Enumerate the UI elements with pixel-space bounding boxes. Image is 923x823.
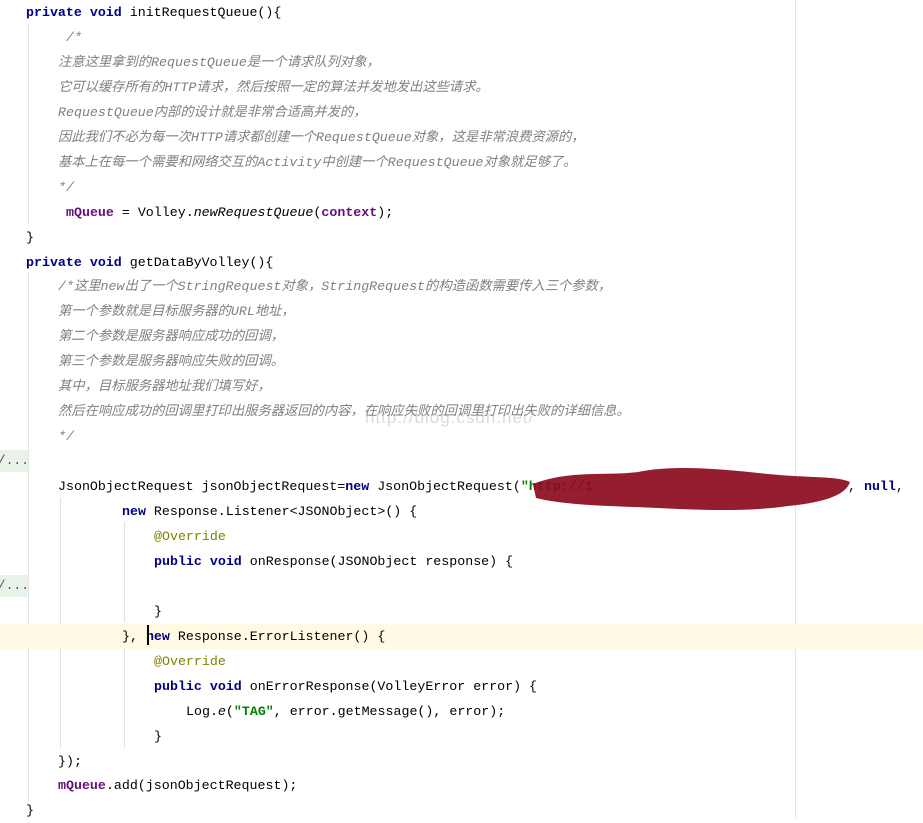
code-token-cm: 第二个参数是服务器响应成功的回调， bbox=[58, 329, 285, 345]
code-token-cm: 基本上在每一个需要和网络交互的Activity中创建一个RequestQueue… bbox=[58, 154, 577, 170]
code-token-cm: RequestQueue内部的设计就是非常合适高并发的， bbox=[58, 104, 367, 120]
code-line[interactable]: mQueue.add(jsonObjectRequest); bbox=[0, 773, 923, 798]
code-token-kw: void bbox=[209, 678, 250, 694]
code-token-str: "TAG" bbox=[233, 703, 274, 719]
code-token-plain: Response.Listener<JSONObject>() { bbox=[153, 504, 418, 519]
code-token-plain: JsonObjectRequest jsonObjectRequest= bbox=[58, 479, 346, 495]
code-line[interactable]: private void getDataByVolley(){ bbox=[0, 250, 923, 275]
code-token-plain: onErrorResponse(VolleyError error) { bbox=[249, 678, 538, 694]
code-token-plain: initRequestQueue(){ bbox=[129, 5, 282, 20]
code-token-kw: new bbox=[345, 479, 378, 495]
code-token-kw: void bbox=[89, 254, 130, 270]
code-token-cm: 注意这里拿到的RequestQueue是一个请求队列对象， bbox=[58, 54, 380, 70]
code-token-plain: , error.getMessage(), error); bbox=[273, 703, 506, 719]
code-line[interactable]: 注意这里拿到的RequestQueue是一个请求队列对象， bbox=[0, 50, 923, 75]
code-line[interactable]: 因此我们不必为每一次HTTP请求都创建一个RequestQueue对象，这是非常… bbox=[0, 125, 923, 150]
code-token-plain: } bbox=[26, 229, 34, 245]
code-line[interactable]: RequestQueue内部的设计就是非常合适高并发的， bbox=[0, 100, 923, 125]
code-token-plain: ( bbox=[225, 703, 234, 719]
code-line[interactable]: /* bbox=[0, 25, 923, 50]
code-line[interactable]: 第一个参数就是目标服务器的URL地址， bbox=[0, 299, 923, 324]
code-token-plain: }, bbox=[122, 628, 146, 644]
code-token-kw: new bbox=[122, 504, 154, 519]
code-token-field: mQueue bbox=[58, 778, 106, 794]
code-line[interactable]: }, new Response.ErrorListener() { bbox=[0, 623, 923, 649]
code-token-cm: */ bbox=[58, 429, 74, 445]
code-token-ann: @Override bbox=[154, 653, 226, 669]
code-line[interactable]: */ bbox=[0, 175, 923, 200]
code-token-cm: /* bbox=[66, 29, 82, 45]
folded-code-placeholder[interactable]: //... bbox=[0, 450, 29, 473]
code-token-plain: Log. bbox=[186, 703, 218, 719]
code-line[interactable]: } bbox=[0, 225, 923, 250]
code-line[interactable]: Log.e("TAG", error.getMessage(), error); bbox=[0, 699, 923, 724]
code-line[interactable]: } bbox=[0, 599, 923, 624]
code-token-kw: void bbox=[209, 553, 250, 569]
code-token-cm: 第三个参数是服务器响应失败的回调。 bbox=[58, 354, 285, 370]
code-token-it: newRequestQueue bbox=[193, 204, 314, 220]
text-caret bbox=[147, 625, 149, 645]
code-line[interactable]: mQueue = Volley.newRequestQueue(context)… bbox=[0, 200, 923, 225]
code-token-kw: null bbox=[863, 479, 896, 495]
code-token-kw: new bbox=[145, 628, 178, 644]
watermark: http://blog.csdn.net/ bbox=[365, 408, 535, 427]
code-line[interactable]: @Override bbox=[0, 649, 923, 674]
code-token-cm: */ bbox=[58, 179, 74, 195]
code-token-field: mQueue bbox=[66, 204, 114, 220]
code-line[interactable]: /*这里new出了一个StringRequest对象，StringRequest… bbox=[0, 274, 923, 299]
code-token-kw: void bbox=[89, 5, 130, 20]
code-token-plain: Response.ErrorListener() { bbox=[177, 628, 386, 644]
code-token-plain: onResponse(JSONObject response) { bbox=[249, 553, 514, 569]
code-line[interactable]: public void onResponse(JSONObject respon… bbox=[0, 549, 923, 574]
code-token-cm: 然后在响应成功的回调里打印出服务器返回的内容，在响应失败的回调里打印出失败的详细… bbox=[58, 404, 630, 420]
code-token-plain: }); bbox=[58, 753, 82, 769]
redaction-scribble bbox=[533, 468, 850, 510]
code-token-plain: } bbox=[154, 728, 162, 744]
code-token-plain: } bbox=[154, 603, 162, 619]
code-token-plain: , bbox=[895, 479, 904, 495]
code-token-kw: public bbox=[154, 678, 210, 694]
code-token-plain: } bbox=[26, 803, 34, 819]
code-line[interactable]: 基本上在每一个需要和网络交互的Activity中创建一个RequestQueue… bbox=[0, 150, 923, 175]
code-token-plain: .add(jsonObjectRequest); bbox=[105, 778, 298, 794]
code-token-kw: public bbox=[154, 553, 210, 569]
code-token-plain: getDataByVolley(){ bbox=[129, 254, 274, 270]
code-line[interactable]: 第三个参数是服务器响应失败的回调。 bbox=[0, 349, 923, 374]
code-token-kw: private bbox=[26, 254, 90, 270]
code-token-cm: 它可以缓存所有的HTTP请求，然后按照一定的算法并发地发出这些请求。 bbox=[58, 79, 489, 95]
code-token-cm: 第一个参数就是目标服务器的URL地址， bbox=[58, 304, 295, 320]
code-token-plain: JsonObjectRequest( bbox=[377, 479, 521, 495]
code-token-cm: 其中，目标服务器地址我们填写好， bbox=[58, 379, 271, 395]
code-token-ann: @Override bbox=[154, 528, 226, 544]
code-line[interactable]: 它可以缓存所有的HTTP请求，然后按照一定的算法并发地发出这些请求。 bbox=[0, 75, 923, 100]
code-line[interactable]: }); bbox=[0, 749, 923, 774]
code-token-it: e bbox=[217, 703, 226, 719]
code-line[interactable]: } bbox=[0, 798, 923, 823]
code-token-kw: private bbox=[26, 5, 90, 20]
code-line[interactable]: 第二个参数是服务器响应成功的回调， bbox=[0, 324, 923, 349]
code-line[interactable]: @Override bbox=[0, 524, 923, 549]
code-token-cm: /*这里new出了一个StringRequest对象，StringRequest… bbox=[58, 279, 612, 295]
code-token-cm: 因此我们不必为每一次HTTP请求都创建一个RequestQueue对象，这是非常… bbox=[58, 129, 585, 145]
code-line[interactable]: public void onErrorResponse(VolleyError … bbox=[0, 674, 923, 699]
code-editor[interactable]: private void initRequestQueue(){ /* 注意这里拿到… bbox=[0, 0, 923, 819]
code-token-plain: ); bbox=[377, 204, 394, 220]
code-line[interactable]: } bbox=[0, 724, 923, 749]
code-token-field: context bbox=[321, 204, 378, 220]
code-line[interactable]: private void initRequestQueue(){ bbox=[0, 0, 923, 25]
code-token-plain: = Volley. bbox=[113, 204, 194, 220]
folded-code-placeholder[interactable]: //... bbox=[0, 574, 29, 597]
code-line[interactable]: 其中，目标服务器地址我们填写好， bbox=[0, 374, 923, 399]
